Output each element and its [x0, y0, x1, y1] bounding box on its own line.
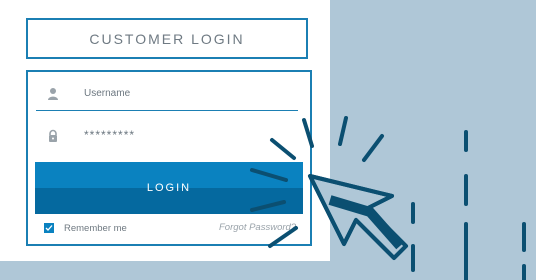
cursor-click-icon — [250, 116, 526, 280]
